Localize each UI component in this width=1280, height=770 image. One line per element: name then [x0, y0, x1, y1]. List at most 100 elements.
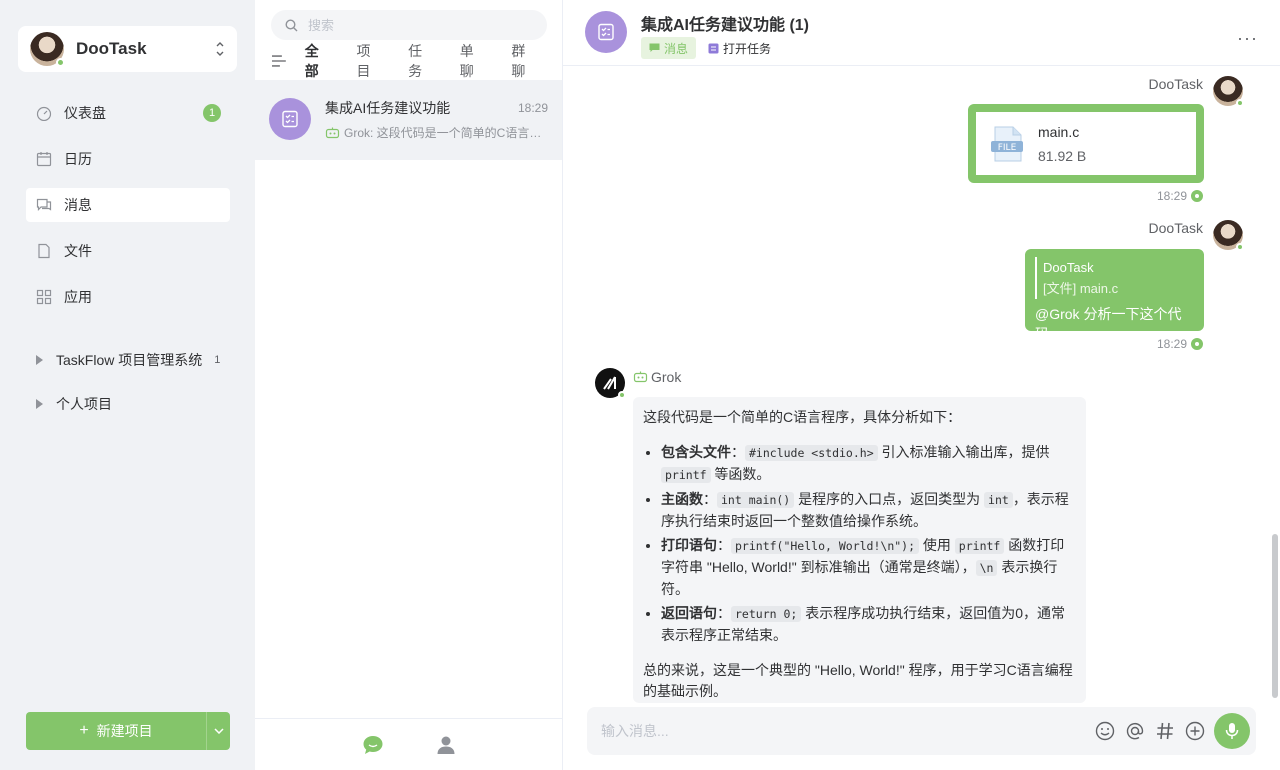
search-icon [285, 18, 298, 31]
read-status-icon [1191, 338, 1203, 350]
analysis-list: 包含头文件：#include <stdio.h> 引入标准输入输出库，提供 pr… [661, 442, 1076, 646]
project-item-taskflow[interactable]: TaskFlow 项目管理系统 1 [36, 348, 230, 372]
online-status-dot [1236, 243, 1244, 251]
at-sign-icon [1126, 722, 1144, 740]
menu-item-apps[interactable]: 应用 [26, 280, 230, 314]
point-title: 返回语句 [661, 605, 717, 621]
robot-icon [633, 371, 648, 383]
robot-icon [325, 127, 340, 138]
menu-item-label: 文件 [64, 243, 92, 259]
chat-header: 集成AI任务建议功能 (1) 消息 打开任务 ··· [563, 0, 1280, 66]
online-status-dot [1236, 99, 1244, 107]
tab-task[interactable]: 任务 [408, 41, 436, 81]
search-input[interactable] [308, 17, 528, 33]
dialog-preview: Grok: 这段代码是一个简单的C语言程序，具体分析如下 [344, 126, 548, 140]
inline-code: printf [954, 538, 1005, 554]
voice-record-button[interactable] [1214, 713, 1250, 749]
chat-bubble-icon[interactable] [362, 735, 384, 755]
dialog-filter-tabs: 全部 项目 任务 单聊 群聊 [271, 43, 563, 79]
project-item-personal[interactable]: 个人项目 [36, 392, 230, 416]
expand-arrow-icon[interactable] [36, 399, 43, 409]
task-icon [708, 43, 719, 53]
open-task-button[interactable]: 打开任务 [708, 40, 771, 57]
point-text: ： [703, 491, 717, 507]
message-icon [649, 43, 660, 52]
analysis-point: 返回语句：return 0; 表示程序成功执行结束，返回值为0，通常表示程序正常… [661, 603, 1076, 646]
tab-group-chat[interactable]: 群聊 [511, 41, 539, 81]
point-text: 使用 [919, 537, 955, 553]
menu-item-label: 仪表盘 [64, 105, 106, 121]
reply-summary: 总的来说，这是一个典型的 "Hello, World!" 程序，用于学习C语言编… [643, 662, 1073, 699]
more-options-icon[interactable]: ··· [1237, 28, 1258, 49]
menu-item-dashboard[interactable]: 仪表盘 1 [26, 96, 230, 130]
file-icon [38, 243, 50, 259]
menu-item-files[interactable]: 文件 [26, 234, 230, 268]
point-text: ： [731, 444, 745, 460]
svg-text:FILE: FILE [998, 143, 1017, 153]
menu-item-label: 消息 [64, 197, 92, 213]
menu-item-label: 日历 [64, 151, 92, 167]
expand-arrow-icon[interactable] [36, 355, 43, 365]
hashtag-icon [1157, 722, 1173, 740]
dialog-list-footer [255, 718, 562, 770]
point-title: 包含头文件 [661, 444, 731, 460]
menu-lines-icon[interactable] [271, 55, 287, 67]
menu-item-messages[interactable]: 消息 [26, 188, 230, 222]
calendar-icon [36, 152, 52, 167]
inline-code: \n [975, 560, 998, 576]
new-project-button-group: + 新建项目 [26, 712, 230, 750]
dialog-list-item[interactable]: 集成AI任务建议功能 18:29 Grok: 这段代码是一个简单的C语言程序，具… [255, 80, 562, 160]
menu-item-calendar[interactable]: 日历 [26, 142, 230, 176]
message-input-bar [587, 707, 1256, 755]
quoted-message[interactable]: DooTask [文件] main.c [1035, 257, 1194, 299]
message-input[interactable] [601, 723, 1090, 739]
contacts-person-icon[interactable] [436, 735, 456, 755]
analysis-point: 包含头文件：#include <stdio.h> 引入标准输入输出库，提供 pr… [661, 442, 1076, 486]
tag-label: 打开任务 [723, 41, 772, 56]
emoji-icon [1095, 721, 1115, 741]
point-text: ： [717, 605, 731, 621]
new-project-dropdown[interactable] [206, 712, 230, 750]
point-text: 是程序的入口点，返回类型为 [794, 491, 985, 507]
quote-sender: DooTask [1043, 260, 1094, 275]
project-label: TaskFlow 项目管理系统 [56, 352, 203, 368]
sender-avatar[interactable] [1213, 76, 1244, 107]
inline-code: return 0; [731, 606, 802, 622]
grok-avatar[interactable] [595, 368, 626, 399]
tab-all[interactable]: 全部 [305, 41, 333, 81]
apps-grid-icon [36, 289, 52, 305]
online-status-dot [56, 58, 65, 67]
scrollbar[interactable] [1272, 534, 1278, 698]
file-size: 81.92 B [1038, 147, 1087, 164]
tab-direct-chat[interactable]: 单聊 [460, 41, 488, 81]
team-switcher[interactable]: DooTask [18, 26, 237, 72]
quote-text: [文件] main.c [1043, 281, 1119, 296]
mention-button[interactable] [1120, 716, 1150, 746]
file-name: main.c [1038, 123, 1080, 140]
tab-messages[interactable]: 消息 [641, 37, 697, 59]
project-label: 个人项目 [56, 396, 112, 412]
chat-bubble-icon [36, 198, 52, 211]
dashboard-icon [36, 106, 52, 121]
message-time: 18:29 [1156, 337, 1187, 351]
ai-reply-bubble[interactable]: 这段代码是一个简单的C语言程序，具体分析如下： 包含头文件：#include <… [633, 397, 1086, 703]
add-attachment-button[interactable] [1180, 716, 1210, 746]
team-name: DooTask [76, 39, 147, 58]
plus-icon: + [79, 722, 89, 739]
main-menu: 仪表盘 1 日历 消息 文件 应用 [26, 96, 230, 326]
new-project-label: 新建项目 [96, 723, 153, 739]
new-project-button[interactable]: + 新建项目 [26, 712, 206, 750]
topic-button[interactable] [1150, 716, 1180, 746]
file-message-bubble[interactable]: FILE main.c 81.92 B [968, 104, 1204, 183]
analysis-point: 主函数：int main() 是程序的入口点，返回类型为 int，表示程序执行结… [661, 489, 1076, 532]
sender-avatar[interactable] [1213, 220, 1244, 251]
project-count: 1 [214, 354, 221, 366]
project-list: TaskFlow 项目管理系统 1 个人项目 [36, 348, 230, 436]
plus-circle-icon [1185, 721, 1205, 741]
emoji-button[interactable] [1090, 716, 1120, 746]
expand-collapse-icon [216, 42, 224, 56]
tab-project[interactable]: 项目 [356, 41, 384, 81]
text-message-bubble[interactable]: DooTask [文件] main.c @Grok 分析一下这个代码 [1025, 249, 1204, 342]
unread-badge: 1 [203, 104, 221, 122]
dialog-title: 集成AI任务建议功能 [325, 100, 451, 116]
